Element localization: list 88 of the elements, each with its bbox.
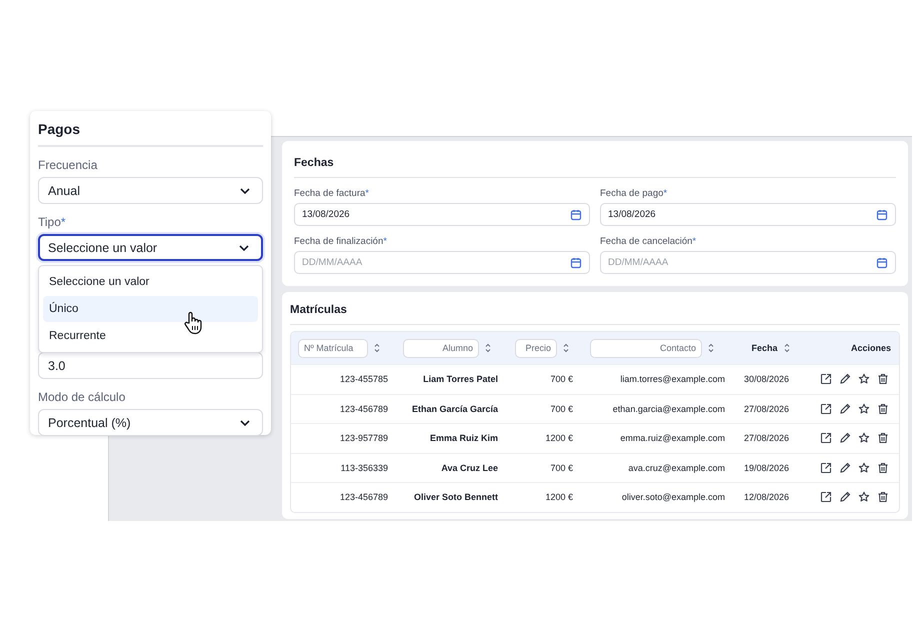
column-header: Fecha	[751, 343, 778, 353]
required-marker: *	[60, 215, 66, 229]
table-cell-text: 113-356339	[340, 462, 389, 473]
field-label: Tipo	[38, 215, 61, 229]
table-cell-text: 1200 €	[544, 492, 574, 502]
delete-icon[interactable]	[877, 402, 889, 415]
table-cell-text: 12/08/2026	[742, 492, 790, 502]
section-title: Matrículas	[290, 304, 900, 325]
required-marker: *	[692, 236, 696, 247]
table-cell-text: Emma Ruiz Kim	[428, 433, 499, 444]
star-icon[interactable]	[858, 373, 870, 386]
calendar-icon[interactable]	[570, 208, 582, 220]
table-cell-text: Ethan García García	[410, 404, 499, 414]
table-cell-text: 1200 €	[544, 433, 574, 444]
field-label: Fecha de factura	[294, 188, 366, 199]
table-cell-text: 700 €	[549, 374, 574, 384]
sort-icon[interactable]	[485, 343, 491, 353]
table-cell-text: Liam Torres Patel	[422, 374, 499, 384]
panel-title: Pagos	[38, 121, 263, 147]
sort-icon[interactable]	[374, 343, 380, 353]
edit-icon[interactable]	[839, 491, 851, 504]
delete-icon[interactable]	[877, 432, 889, 444]
table-cell-text: 123-957789	[338, 433, 389, 444]
required-marker: *	[365, 188, 369, 199]
chevron-down-icon	[240, 420, 250, 426]
table-cell-text: 19/08/2026	[742, 462, 790, 473]
table-cell-text: emma.ruiz@example.com	[619, 433, 726, 444]
table-cell-text: 30/08/2026	[742, 374, 790, 384]
column-header: Acciones	[850, 343, 891, 353]
calendar-icon[interactable]	[570, 256, 582, 268]
chevron-down-icon	[239, 244, 249, 250]
edit-icon[interactable]	[839, 462, 851, 474]
edit-icon[interactable]	[839, 402, 851, 415]
dropdown-option[interactable]: Recurrente	[43, 323, 258, 349]
external-link-icon[interactable]	[820, 373, 832, 386]
delete-icon[interactable]	[877, 491, 889, 504]
table-cell-text: oliver.soto@example.com	[620, 492, 726, 502]
table-cell-text: 700 €	[549, 462, 574, 473]
table-cell-text: Oliver Soto Bennett	[412, 492, 499, 502]
field-label: Fecha de cancelación	[600, 236, 692, 247]
edit-icon[interactable]	[839, 432, 851, 444]
required-marker: *	[663, 188, 668, 199]
star-icon[interactable]	[858, 491, 870, 504]
external-link-icon[interactable]	[820, 491, 832, 504]
sort-icon[interactable]	[784, 343, 790, 353]
text-input[interactable]: 3.0	[38, 352, 263, 379]
dropdown-option[interactable]: Único	[43, 296, 258, 322]
delete-icon[interactable]	[877, 462, 889, 474]
select-field[interactable]: Anual	[38, 177, 263, 204]
table-cell-text: 123-456789	[338, 492, 389, 502]
chevron-down-icon	[240, 188, 250, 194]
sort-icon[interactable]	[563, 343, 569, 353]
filter-field[interactable]: Alumno	[403, 338, 479, 358]
external-link-icon[interactable]	[820, 462, 832, 474]
dropdown-option[interactable]: Seleccione un valor	[43, 269, 258, 295]
star-icon[interactable]	[858, 402, 870, 415]
star-icon[interactable]	[858, 462, 870, 474]
filter-field[interactable]: Precio	[515, 338, 557, 358]
external-link-icon[interactable]	[820, 432, 832, 444]
field-label: Fecha de pago	[600, 188, 664, 199]
delete-icon[interactable]	[877, 373, 889, 386]
section-title: Fechas	[294, 157, 896, 178]
table-cell-text: ava.cruz@example.com	[627, 462, 726, 473]
table-cell-text: 27/08/2026	[742, 404, 790, 414]
filter-field[interactable]: Contacto	[590, 338, 702, 358]
star-icon[interactable]	[858, 432, 870, 444]
table-cell-text: 27/08/2026	[742, 433, 790, 444]
date-input[interactable]: 13/08/2026	[600, 203, 896, 226]
edit-icon[interactable]	[839, 373, 851, 386]
filter-field[interactable]: Nº Matrícula	[298, 338, 368, 358]
table-cell-text: ethan.garcia@example.com	[612, 404, 726, 414]
required-marker: *	[383, 236, 387, 247]
select-field[interactable]: Porcentual (%)	[38, 409, 263, 436]
field-label: Modo de cálculo	[38, 390, 126, 404]
sort-icon[interactable]	[708, 343, 714, 353]
table-cell-text: 123-455785	[338, 374, 389, 384]
calendar-icon[interactable]	[876, 208, 888, 220]
hand-cursor-icon	[183, 311, 203, 335]
field-label: Fecha de finalización	[294, 236, 384, 247]
select-field[interactable]: Seleccione un valor	[38, 234, 263, 261]
field-label: Frecuencia	[38, 158, 98, 172]
table-cell-text: Ava Cruz Lee	[440, 462, 499, 473]
external-link-icon[interactable]	[820, 402, 832, 415]
table-cell-text: 123-456789	[338, 404, 389, 414]
calendar-icon[interactable]	[876, 256, 888, 268]
date-input[interactable]: 13/08/2026	[294, 203, 590, 226]
table-cell-text: 700 €	[549, 404, 574, 414]
table-cell-text: liam.torres@example.com	[619, 374, 726, 384]
